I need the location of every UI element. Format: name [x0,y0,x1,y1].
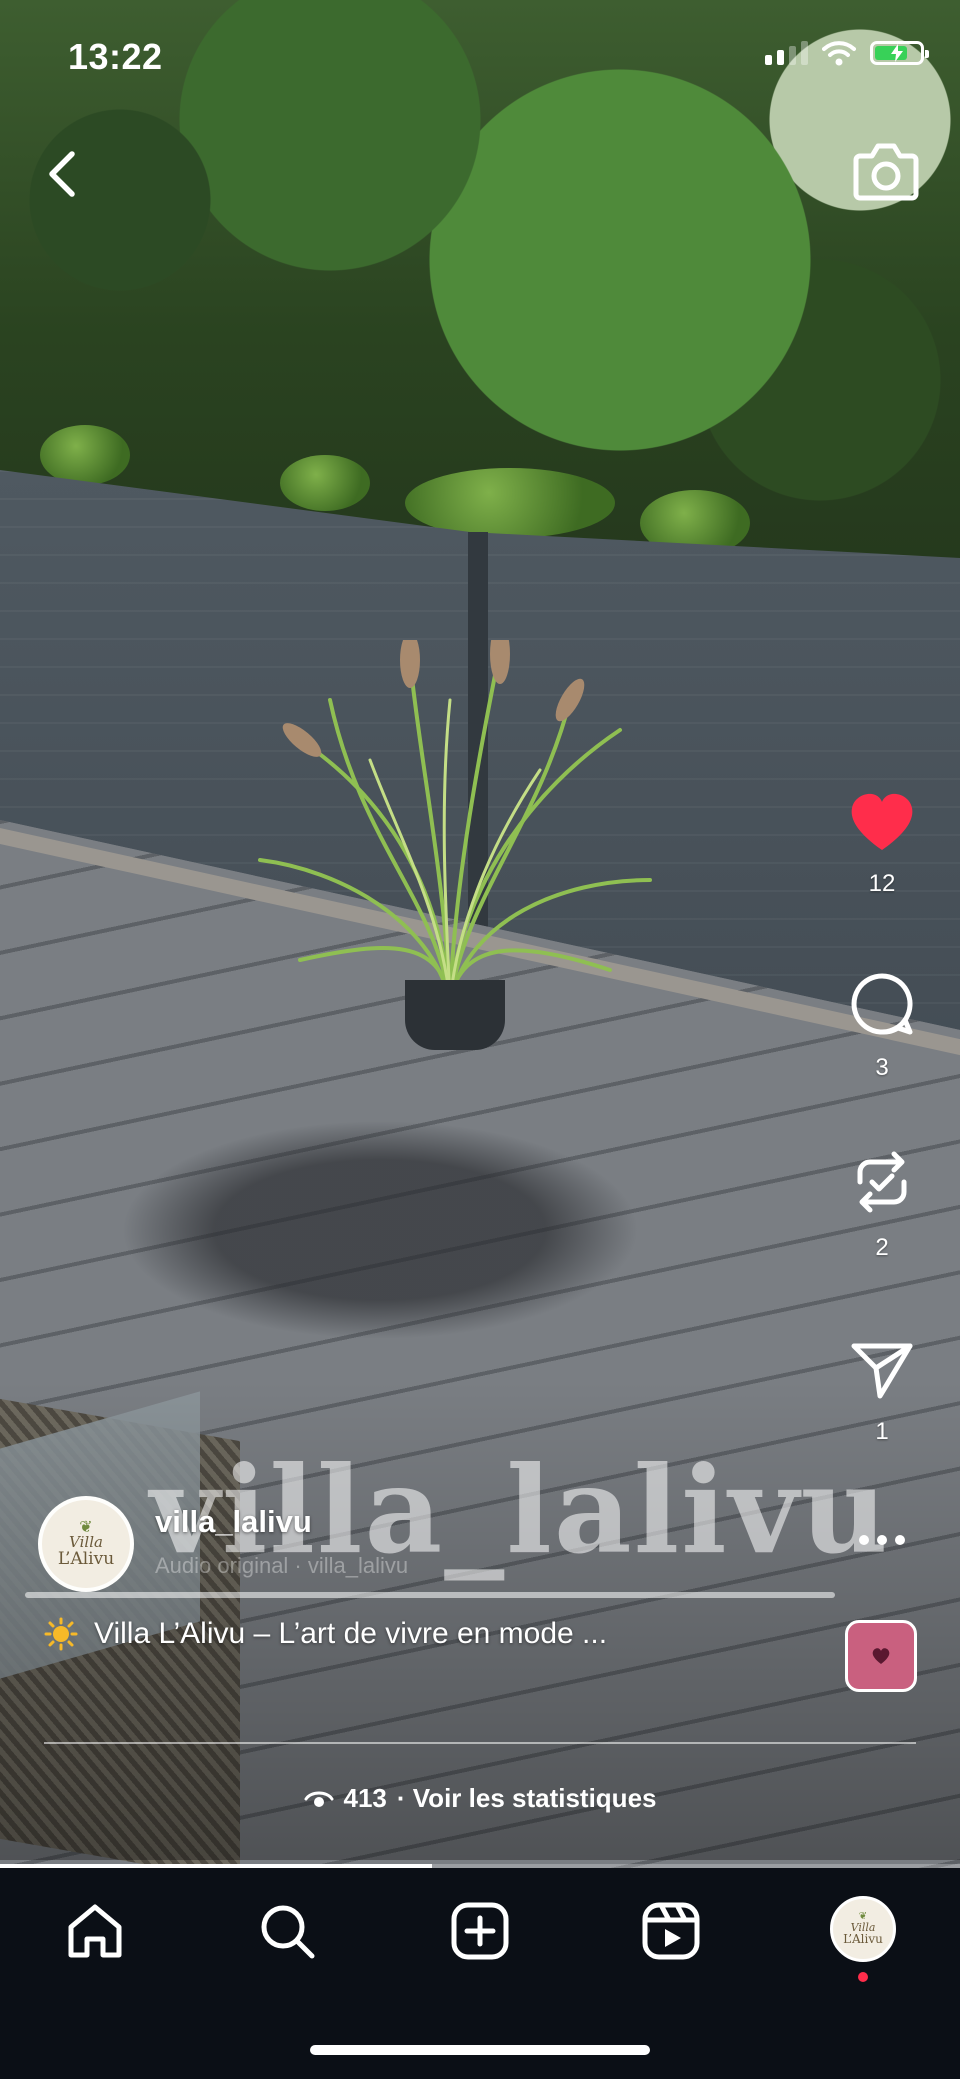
camera-icon[interactable] [852,140,920,202]
tab-reels[interactable] [636,1896,706,1966]
home-indicator[interactable] [310,2045,650,2055]
status-time: 13:22 [68,36,163,77]
audio-label[interactable]: Audio original · villa_lalivu [155,1553,408,1579]
avatar-brand-line2: L’Alivu [57,1549,115,1570]
avatar[interactable]: ❦ Villa L’Alivu [38,1496,134,1592]
avatar-brand-line1: Villa [69,1533,103,1552]
comment-bubble-icon [851,973,913,1035]
heart-icon [872,1648,890,1664]
status-icons [765,40,929,66]
hedge-shrub [280,455,370,511]
home-icon [68,1904,122,1958]
more-horizontal-icon[interactable] [852,1520,912,1560]
reel-viewer[interactable]: villa_lalivu 13:22 12 3 2 1 ❦ Villa L’Al… [0,0,960,2079]
hedge-shrub [40,425,130,485]
chevron-left-icon[interactable] [36,144,88,204]
caption[interactable]: ☀️ Villa L’Alivu – L’art de vivre en mod… [44,1617,607,1651]
comment-count: 3 [875,1054,889,1081]
repost-icon [857,1151,907,1213]
share-button[interactable]: 1 [837,1340,927,1446]
paper-plane-icon [851,1343,913,1399]
caption-text: Villa L’Alivu – L’art de vivre en mode .… [94,1617,608,1650]
repost-count: 2 [875,1234,889,1261]
tab-search[interactable] [252,1896,322,1966]
repost-button[interactable]: 2 [837,1148,927,1262]
hedge-shrub [405,468,615,538]
tab-home[interactable] [60,1896,130,1966]
wifi-icon [822,41,856,66]
reels-icon [642,1902,700,1960]
watermark-underline [25,1592,835,1598]
plant-shadow [120,1120,640,1340]
charging-bolt-icon [891,44,903,62]
potted-grass [258,640,652,1002]
username[interactable]: villa_lalivu [155,1504,312,1540]
notification-dot [858,1972,868,1982]
profile-brand-line2: L’Alivu [843,1931,883,1946]
comment-button[interactable]: 3 [837,972,927,1082]
search-icon [261,1905,315,1959]
tab-create[interactable] [445,1896,515,1966]
views-count: 413 [343,1783,387,1813]
plus-square-icon [451,1902,509,1960]
like-count: 12 [868,870,896,897]
like-button[interactable]: 12 [837,792,927,898]
heart-filled-icon [851,793,913,850]
battery-icon [870,41,929,65]
cellular-signal-icon [765,41,808,65]
share-count: 1 [875,1418,889,1445]
plant-pot [405,980,505,1050]
tab-profile[interactable]: ❦ Villa L’Alivu [830,1896,896,1962]
insights-link[interactable]: 413 · Voir les statistiques [0,1783,960,1814]
eye-icon [304,1791,333,1807]
divider [44,1742,916,1744]
sun-icon [44,1617,78,1651]
audio-thumbnail[interactable] [845,1620,917,1692]
insights-label: · Voir les statistiques [396,1783,657,1813]
